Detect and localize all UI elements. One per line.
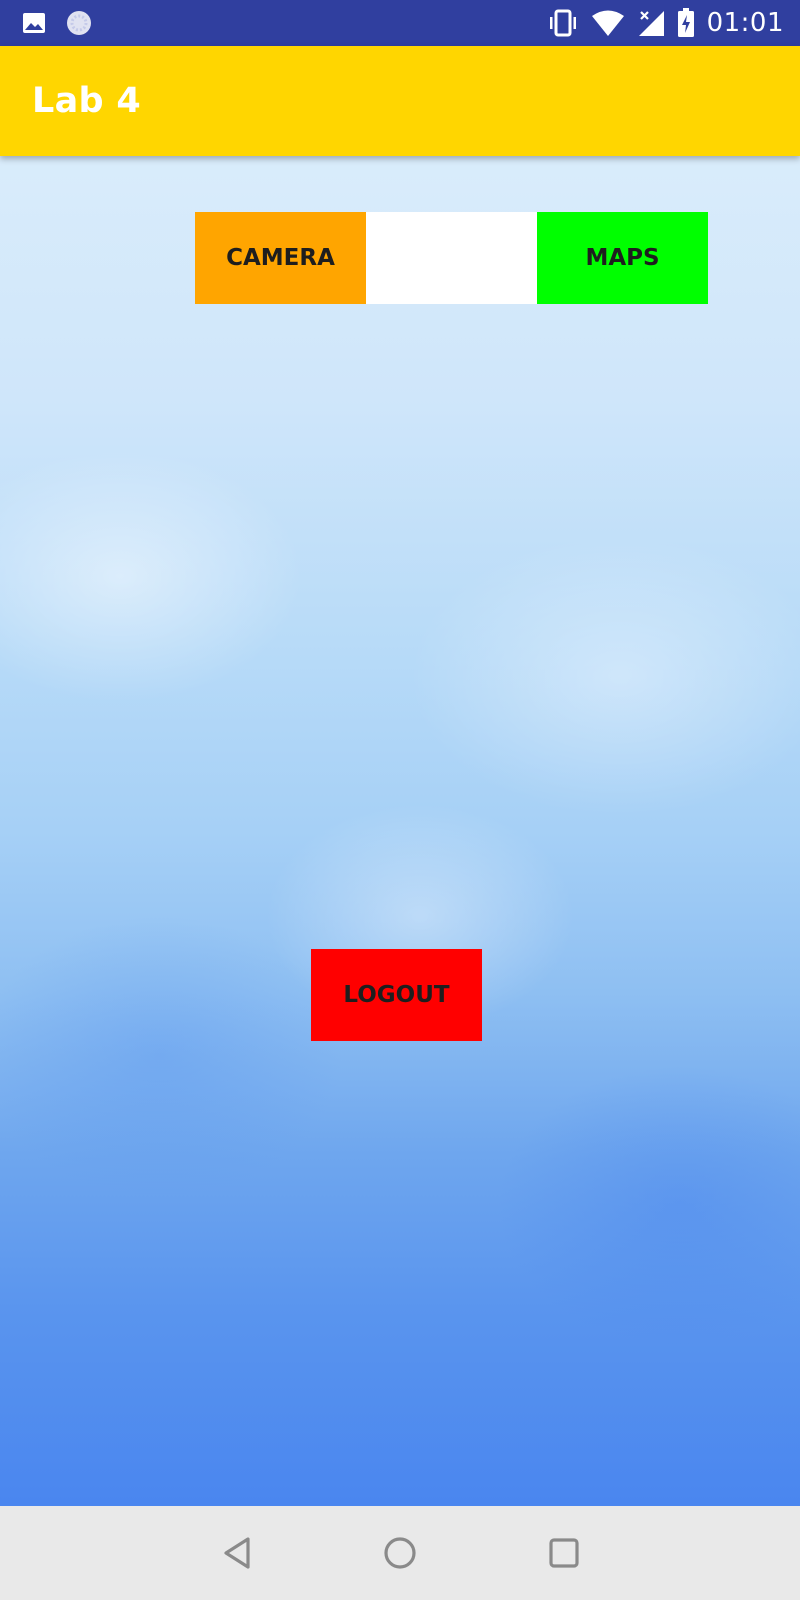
loading-icon [66,10,92,36]
camera-button[interactable]: CAMERA [195,212,366,304]
back-icon [222,1536,254,1570]
app-title: Lab 4 [32,81,142,121]
status-time: 01:01 [706,8,784,38]
battery-charging-icon [677,8,695,38]
recents-button[interactable] [544,1533,584,1573]
status-notifications [22,11,92,35]
content-area: CAMERA MAPS LOGOUT [0,156,800,1506]
logout-button[interactable]: LOGOUT [311,949,482,1041]
no-signal-icon [637,9,665,37]
maps-button[interactable]: MAPS [537,212,708,304]
vibrate-icon [547,9,579,37]
status-bar: 01:01 [0,0,800,46]
blank-button[interactable] [366,212,537,304]
navigation-bar [0,1506,800,1600]
home-button[interactable] [380,1533,420,1573]
back-button[interactable] [218,1533,258,1573]
status-system-icons: 01:01 [547,8,784,38]
home-icon [383,1536,417,1570]
app-bar: Lab 4 [0,46,800,156]
recents-icon [548,1537,580,1569]
app-screen: 01:01 Lab 4 CAMERA MAPS LOGOUT [0,0,800,1600]
wifi-icon [591,9,625,37]
image-icon [22,11,46,35]
